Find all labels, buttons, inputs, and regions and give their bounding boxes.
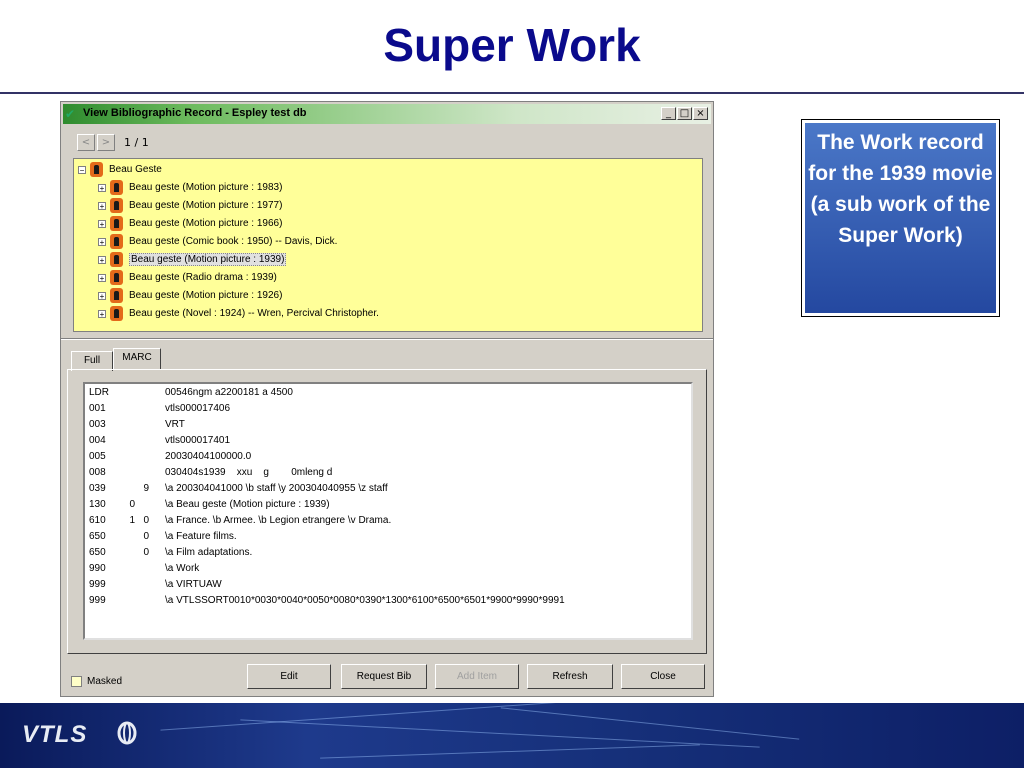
work-record-icon xyxy=(110,252,123,267)
expand-icon[interactable]: + xyxy=(98,219,106,228)
work-record-icon xyxy=(90,162,103,177)
tree-item[interactable]: + Beau geste (Motion picture : 1983) xyxy=(98,180,282,198)
expand-icon[interactable]: + xyxy=(98,255,106,264)
checkbox-box[interactable] xyxy=(71,676,82,687)
expand-icon[interactable]: + xyxy=(98,273,106,282)
expand-icon[interactable]: + xyxy=(98,237,106,246)
footer-banner: VTLS xyxy=(0,703,1024,768)
tree-item[interactable]: + Beau geste (Novel : 1924) -- Wren, Perc… xyxy=(98,306,379,324)
callout-text: The Work record for the 1939 movie (a su… xyxy=(805,123,996,313)
tree-root-label: Beau Geste xyxy=(109,164,162,176)
maximize-button[interactable]: □ xyxy=(677,107,692,120)
tree-item-label: Beau geste (Novel : 1924) -- Wren, Perci… xyxy=(129,308,379,320)
close-window-button[interactable]: × xyxy=(693,107,708,120)
work-record-icon xyxy=(110,216,123,231)
record-counter: 1 / 1 xyxy=(124,136,149,149)
tree-item[interactable]: + Beau geste (Motion picture : 1966) xyxy=(98,216,282,234)
masked-label: Masked xyxy=(87,676,123,688)
collapse-icon[interactable]: − xyxy=(78,165,86,174)
tree-item-label: Beau geste (Motion picture : 1983) xyxy=(129,182,283,194)
title-divider xyxy=(0,92,1024,94)
slide-title: Super Work xyxy=(383,19,641,71)
work-record-icon xyxy=(110,234,123,249)
prev-record-button[interactable]: < xyxy=(77,134,95,151)
vtls-globe-icon xyxy=(117,721,137,745)
tab-full[interactable]: Full xyxy=(71,351,113,371)
tree-item-label: Beau geste (Radio drama : 1939) xyxy=(129,272,277,284)
callout-box: The Work record for the 1939 movie (a su… xyxy=(801,119,1000,317)
app-check-icon: ✔ xyxy=(65,107,76,121)
refresh-button[interactable]: Refresh xyxy=(527,664,613,689)
expand-icon[interactable]: + xyxy=(98,309,106,318)
expand-icon[interactable]: + xyxy=(98,291,106,300)
edit-button[interactable]: Edit xyxy=(247,664,331,689)
next-record-button[interactable]: > xyxy=(97,134,115,151)
work-record-icon xyxy=(110,306,123,321)
tree-item-label: Beau geste (Motion picture : 1939) xyxy=(129,253,287,267)
marc-record-view[interactable]: LDR 00546ngm a2200181 a 4500 001 vtls00001… xyxy=(83,382,693,640)
tab-marc[interactable]: MARC xyxy=(113,348,161,370)
close-button[interactable]: Close xyxy=(621,664,705,689)
tree-item-label: Beau geste (Motion picture : 1977) xyxy=(129,200,283,212)
tree-item[interactable]: + Beau geste (Motion picture : 1977) xyxy=(98,198,282,216)
tree-item[interactable]: + Beau geste (Radio drama : 1939) xyxy=(98,270,277,288)
tree-item-label: Beau geste (Motion picture : 1926) xyxy=(129,290,283,302)
work-tree[interactable]: − Beau Geste + Beau geste (Motion picture … xyxy=(73,158,703,332)
tree-item-label: Beau geste (Comic book : 1950) -- Davis,… xyxy=(129,236,338,248)
splitter[interactable] xyxy=(61,338,713,340)
minimize-button[interactable]: _ xyxy=(661,107,676,120)
work-record-icon xyxy=(110,288,123,303)
work-record-icon xyxy=(110,180,123,195)
expand-icon[interactable]: + xyxy=(98,183,106,192)
masked-checkbox[interactable]: Masked xyxy=(71,676,122,687)
add-item-button[interactable]: Add Item xyxy=(435,664,519,689)
tree-item-label: Beau geste (Motion picture : 1966) xyxy=(129,218,283,230)
bib-record-window: ✔ View Bibliographic Record - Espley tes… xyxy=(60,101,714,697)
work-record-icon xyxy=(110,270,123,285)
window-titlebar[interactable]: ✔ View Bibliographic Record - Espley tes… xyxy=(63,104,711,124)
vtls-logo: VTLS xyxy=(22,721,88,748)
expand-icon[interactable]: + xyxy=(98,201,106,210)
tree-item[interactable]: + Beau geste (Comic book : 1950) -- Davis… xyxy=(98,234,337,252)
tree-item[interactable]: + Beau geste (Motion picture : 1926) xyxy=(98,288,282,306)
tree-root-item[interactable]: − Beau Geste xyxy=(78,162,162,180)
work-record-icon xyxy=(110,198,123,213)
request-bib-button[interactable]: Request Bib xyxy=(341,664,427,689)
tree-item-selected[interactable]: + Beau geste (Motion picture : 1939) xyxy=(98,252,287,270)
window-title: View Bibliographic Record - Espley test … xyxy=(83,107,307,119)
